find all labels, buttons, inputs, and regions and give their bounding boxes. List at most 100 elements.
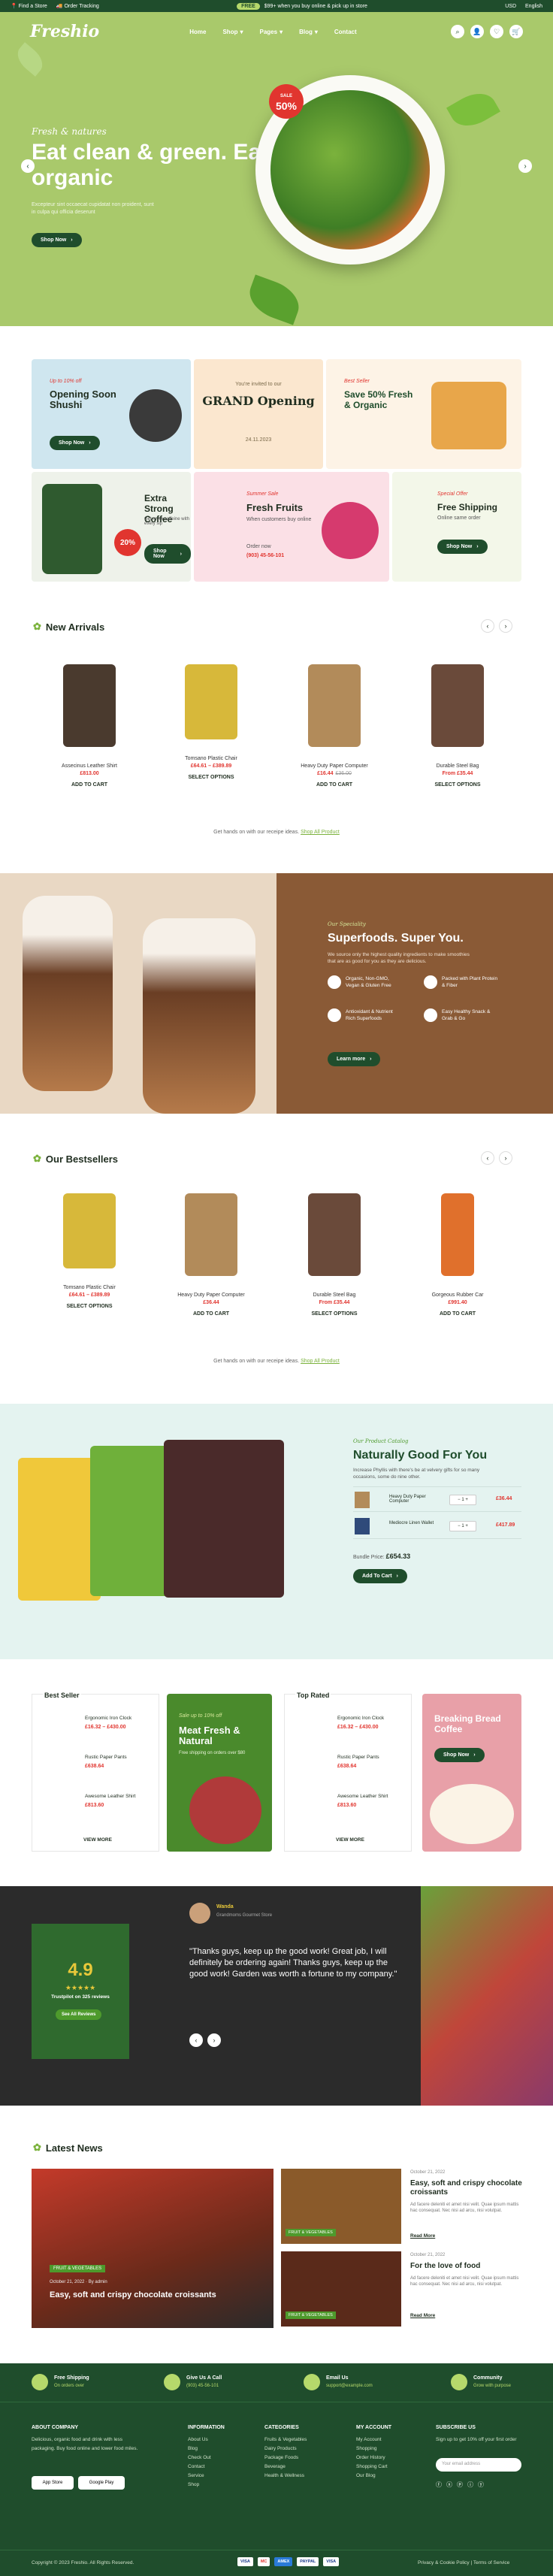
footer-link[interactable]: About Us bbox=[188, 2435, 225, 2444]
email-input[interactable]: Your email address bbox=[436, 2458, 521, 2472]
footer-link[interactable]: Fruits & Vegetables bbox=[264, 2435, 307, 2444]
hero-prev-arrow[interactable]: ‹ bbox=[21, 159, 35, 173]
nav-shop[interactable]: Shop ▾ bbox=[222, 29, 243, 35]
services-bar: Free Shipping On orders over Give Us A Ca… bbox=[0, 2363, 553, 2402]
promo-card-fresh-organic[interactable]: Best Seller Save 50% Fresh & Organic bbox=[326, 359, 521, 469]
prev-arrow-icon[interactable]: ‹ bbox=[481, 1151, 494, 1165]
coffee-discount-badge: 20% bbox=[114, 529, 141, 556]
shop-all-link[interactable]: Shop All Product bbox=[301, 830, 340, 835]
footer-link[interactable]: Shopping Cart bbox=[356, 2463, 391, 2472]
promo-sushi-button[interactable]: Shop Now › bbox=[50, 436, 100, 450]
footer-link[interactable]: Our Blog bbox=[356, 2472, 391, 2481]
footer-link[interactable]: Shop bbox=[188, 2481, 225, 2490]
promo-card-fresh-fruits[interactable]: Summer Sale Fresh Fruits When customers … bbox=[194, 472, 389, 582]
antioxidant-icon bbox=[328, 1008, 341, 1022]
logo[interactable]: Freshio bbox=[30, 22, 99, 41]
footer-link[interactable]: Beverage bbox=[264, 2463, 307, 2472]
user-icon[interactable]: 👤 bbox=[470, 25, 484, 38]
leaf-icon: ✿ bbox=[33, 2142, 41, 2153]
app-store-button[interactable]: App Store bbox=[32, 2476, 74, 2490]
footer-link[interactable]: Package Foods bbox=[264, 2454, 307, 2463]
product-card[interactable]: Gorgeous Rubber Car £991.40 ADD TO CART bbox=[401, 1193, 514, 1317]
quantity-stepper[interactable]: − 1 + bbox=[449, 1495, 476, 1505]
coffee-shop-button[interactable]: Shop Now › bbox=[434, 1748, 485, 1762]
read-more-link[interactable]: Read More bbox=[410, 2313, 435, 2318]
footer-link[interactable]: Contact bbox=[188, 2463, 225, 2472]
product-thumb bbox=[355, 1518, 370, 1534]
read-more-link[interactable]: Read More bbox=[410, 2233, 435, 2239]
leaf-icon: ✿ bbox=[33, 1153, 41, 1164]
add-to-cart-button[interactable]: ADD TO CART bbox=[278, 782, 391, 788]
footer-link[interactable]: Shopping bbox=[356, 2444, 391, 2454]
footer-link[interactable]: Health & Wellness bbox=[264, 2472, 307, 2481]
shop-all-link[interactable]: Shop All Product bbox=[301, 1359, 340, 1364]
product-card[interactable]: Durable Steel Bag From £35.44 SELECT OPTIO… bbox=[278, 1193, 391, 1317]
coffee-banner[interactable]: Breaking Bread Coffee Shop Now › bbox=[422, 1694, 521, 1852]
next-arrow-icon[interactable]: › bbox=[207, 2033, 221, 2047]
prev-arrow-icon[interactable]: ‹ bbox=[189, 2033, 203, 2047]
footer-link[interactable]: Dairy Products bbox=[264, 2444, 307, 2454]
hero-title: Eat clean & green. Eat organic bbox=[32, 140, 269, 190]
footer-link[interactable]: Order History bbox=[356, 2454, 391, 2463]
select-options-button[interactable]: SELECT OPTIONS bbox=[155, 775, 267, 780]
nav-pages[interactable]: Pages ▾ bbox=[259, 29, 283, 35]
footer-link[interactable]: Service bbox=[188, 2472, 225, 2481]
add-to-cart-button[interactable]: ADD TO CART bbox=[33, 782, 146, 788]
footer-link[interactable]: Check Out bbox=[188, 2454, 225, 2463]
footer-link[interactable]: My Account bbox=[356, 2435, 391, 2444]
privacy-link[interactable]: Privacy & Cookie Policy bbox=[418, 2560, 470, 2565]
add-to-cart-button[interactable]: ADD TO CART bbox=[401, 1311, 514, 1317]
product-card[interactable]: Assecinus Leather Shirt £813.00 ADD TO CAR… bbox=[33, 664, 146, 788]
heart-icon[interactable]: ♡ bbox=[490, 25, 503, 38]
product-card[interactable]: Heavy Duty Paper Computer £16.44 £36.00 ADD… bbox=[278, 664, 391, 788]
meat-banner[interactable]: Sale up to 10% off Meat Fresh & Natural … bbox=[167, 1694, 272, 1852]
next-arrow-icon[interactable]: › bbox=[499, 1151, 512, 1165]
currency-select[interactable]: USD bbox=[505, 4, 516, 9]
product-card[interactable]: Tomsano Plastic Chair £64.61 – £389.89 SEL… bbox=[33, 1193, 146, 1309]
promo-card-coffee[interactable]: 20% Extra Strong Coffee Get more caffein… bbox=[32, 472, 191, 582]
nav-contact[interactable]: Contact bbox=[334, 29, 357, 35]
see-reviews-button[interactable]: See All Reviews bbox=[56, 2009, 102, 2020]
community-icon bbox=[451, 2374, 467, 2390]
product-card[interactable]: Heavy Duty Paper Computer £36.44 ADD TO CA… bbox=[155, 1193, 267, 1317]
add-to-cart-button[interactable]: ADD TO CART bbox=[155, 1311, 267, 1317]
product-card[interactable]: Durable Steel Bag From £35.44 SELECT OPTIO… bbox=[401, 664, 514, 788]
leaf-decoration bbox=[446, 85, 500, 135]
google-play-button[interactable]: Google Play bbox=[78, 2476, 125, 2490]
select-options-button[interactable]: SELECT OPTIONS bbox=[33, 1304, 146, 1309]
find-store-link[interactable]: 📍 Find a Store bbox=[11, 3, 47, 9]
order-tracking-link[interactable]: 🚚 Order Tracking bbox=[56, 3, 99, 9]
terms-link[interactable]: Terms of Service bbox=[473, 2560, 509, 2565]
footer-link[interactable]: Blog bbox=[188, 2444, 225, 2454]
email-icon bbox=[304, 2374, 320, 2390]
view-more-link[interactable]: VIEW MORE bbox=[336, 1837, 364, 1843]
social-icons[interactable]: ⓕⓧⓟⓘⓨ bbox=[436, 2481, 488, 2489]
hero-next-arrow[interactable]: › bbox=[518, 159, 532, 173]
next-arrow-icon[interactable]: › bbox=[499, 619, 512, 633]
view-more-link[interactable]: VIEW MORE bbox=[83, 1837, 112, 1843]
select-options-button[interactable]: SELECT OPTIONS bbox=[278, 1311, 391, 1317]
product-image bbox=[185, 1193, 237, 1276]
promo-card-grand-opening[interactable]: You're invited to our GRAND Opening 24.1… bbox=[194, 359, 323, 469]
promo-card-free-shipping[interactable]: Special Offer Free Shipping Online same … bbox=[392, 472, 521, 582]
nav-home[interactable]: Home bbox=[189, 29, 206, 35]
hero-shop-button[interactable]: Shop Now › bbox=[32, 233, 82, 247]
language-select[interactable]: English bbox=[525, 4, 542, 9]
quantity-stepper[interactable]: − 1 + bbox=[449, 1521, 476, 1531]
cart-icon[interactable]: 🛒 bbox=[509, 25, 523, 38]
bundle-item: Mediocre Linen Wallet − 1 + £417.89 bbox=[353, 1513, 521, 1539]
news-main-card[interactable]: FRUIT & VEGETABLES October 21, 2022 · By… bbox=[32, 2169, 273, 2328]
learn-more-button[interactable]: Learn more › bbox=[328, 1052, 381, 1066]
prev-arrow-icon[interactable]: ‹ bbox=[481, 619, 494, 633]
seeds-bag-image bbox=[90, 1446, 173, 1596]
nav-blog[interactable]: Blog ▾ bbox=[299, 29, 318, 35]
product-card[interactable]: Tomsano Plastic Chair £64.61 – £389.89 SEL… bbox=[155, 664, 267, 780]
promo-shipping-button[interactable]: Shop Now › bbox=[437, 540, 488, 554]
promo-card-sushi[interactable]: Up to 10% off Opening Soon Shushi Shop N… bbox=[32, 359, 191, 469]
promo-coffee-button[interactable]: Shop Now › bbox=[144, 544, 191, 564]
search-icon[interactable]: ⌕ bbox=[451, 25, 464, 38]
bundle-add-to-cart-button[interactable]: Add To Cart › bbox=[353, 1569, 407, 1583]
feature-item: Packed with Plant Protein & Fiber bbox=[424, 975, 499, 989]
bestsellers-heading: ✿ Our Bestsellers bbox=[33, 1153, 119, 1165]
select-options-button[interactable]: SELECT OPTIONS bbox=[401, 782, 514, 788]
